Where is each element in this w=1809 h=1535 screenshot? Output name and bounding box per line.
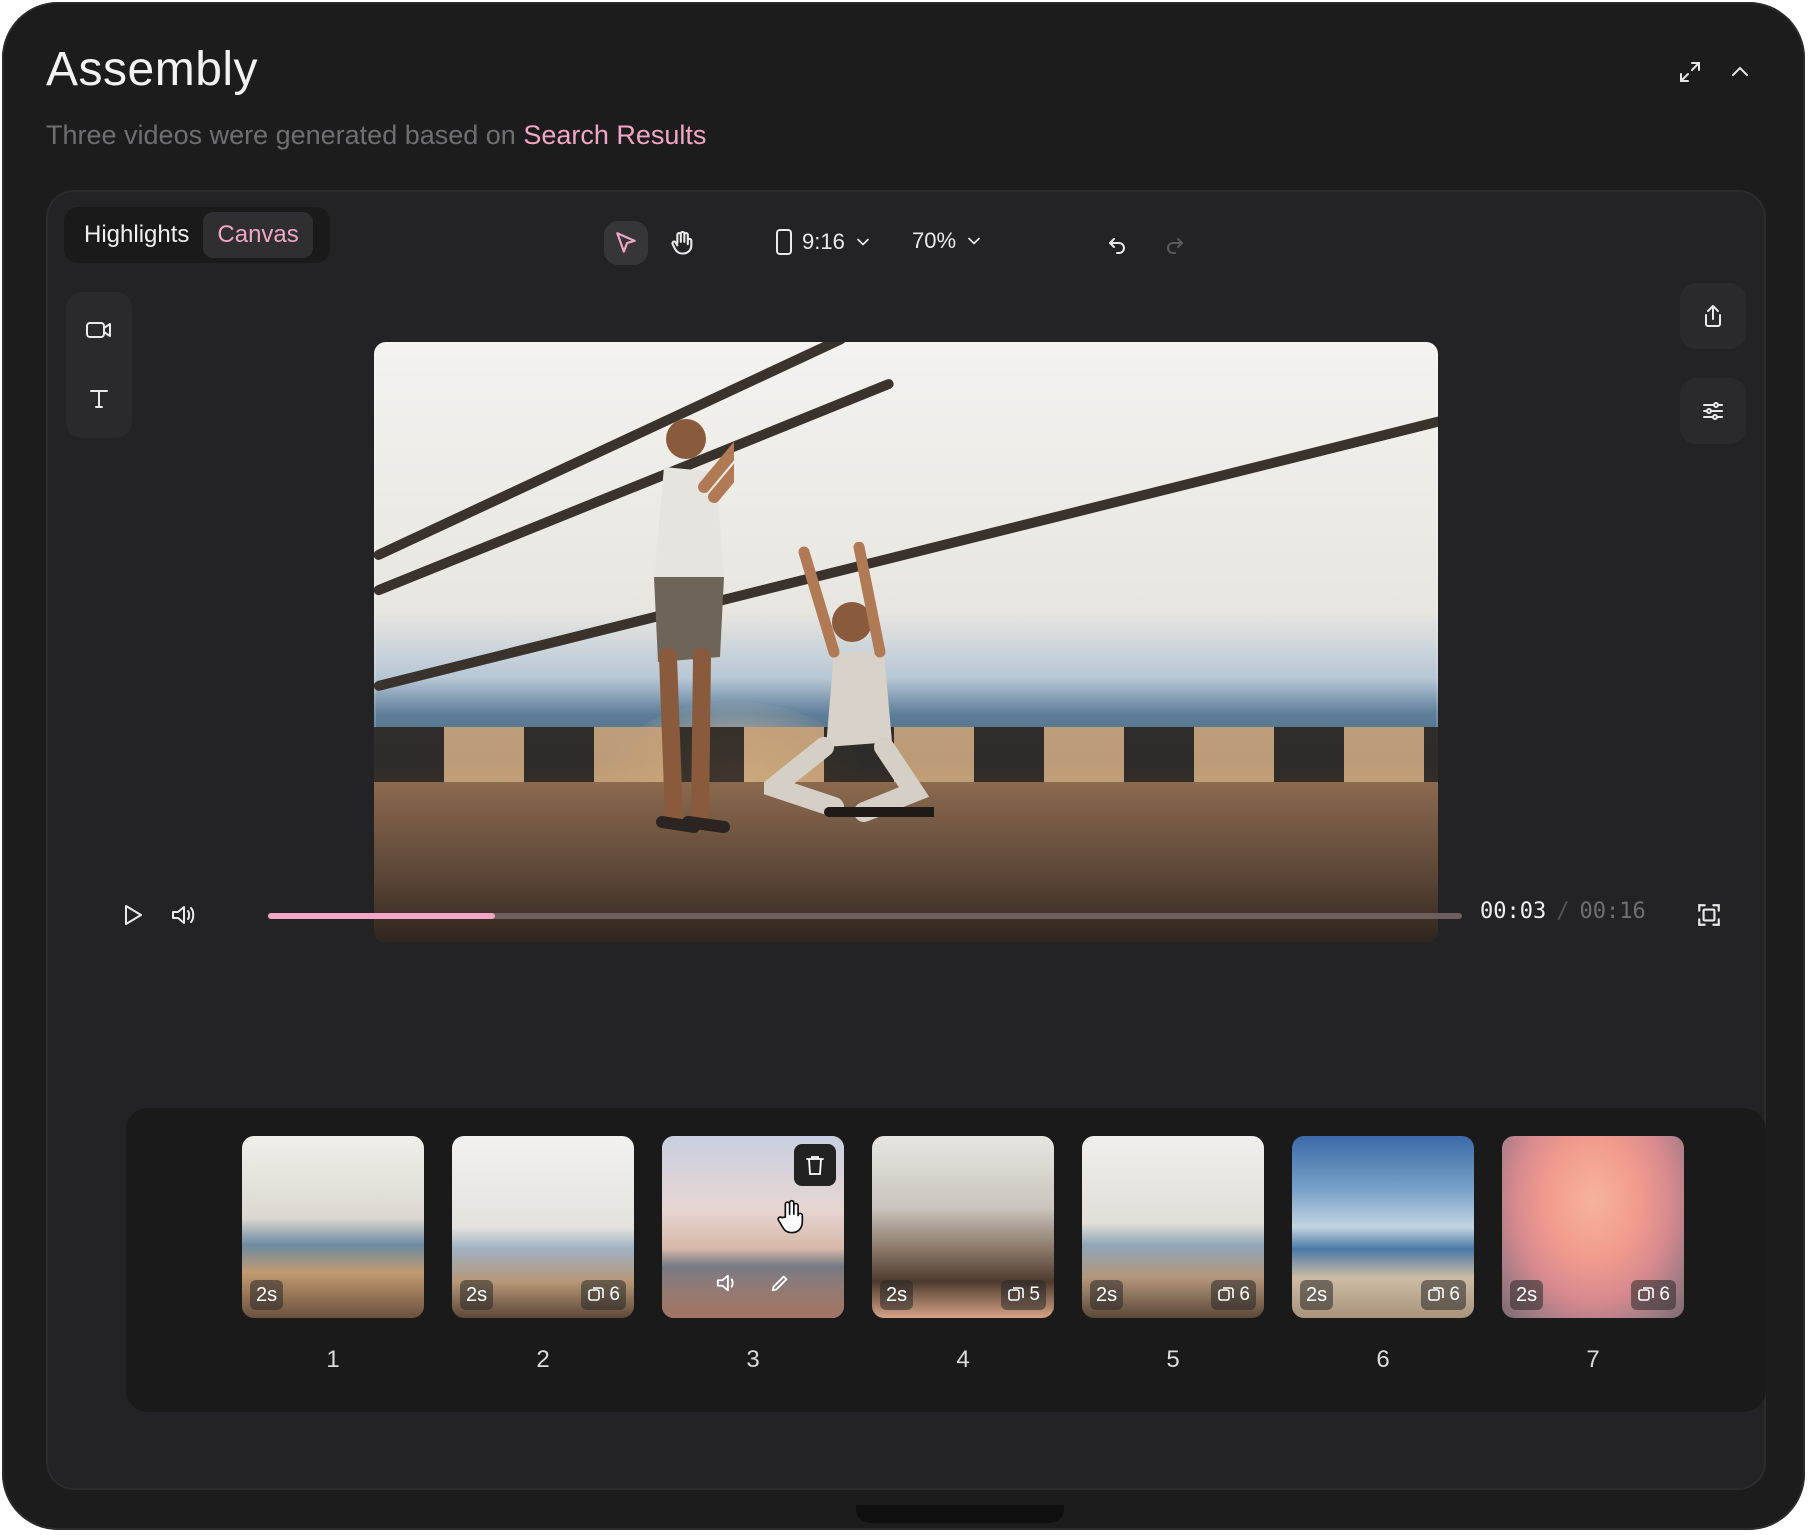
progress-track[interactable] xyxy=(268,913,1462,919)
clip-thumbnail[interactable]: 2s xyxy=(242,1136,424,1318)
pointer-tool-button[interactable] xyxy=(604,221,648,265)
trash-icon xyxy=(805,1154,825,1176)
clip-actions xyxy=(662,1248,844,1318)
clip-number: 4 xyxy=(956,1346,970,1373)
total-time: 00:16 xyxy=(1579,899,1646,924)
hand-icon xyxy=(668,229,696,257)
page-title: Assembly xyxy=(46,43,259,96)
delete-clip-button[interactable] xyxy=(794,1144,836,1186)
clip-timeline: 2s 2s 6 2s 5 2s 6 2s 6 2s 6 1 2 3 4 5 6 … xyxy=(126,1108,1766,1412)
progress-fill xyxy=(268,913,495,919)
chevron-down-icon xyxy=(964,231,984,251)
chevron-up-icon[interactable] xyxy=(1722,54,1758,90)
volume-icon xyxy=(170,903,196,927)
clip-count: 6 xyxy=(581,1280,626,1310)
add-text-button[interactable] xyxy=(83,382,115,414)
current-time: 00:03 xyxy=(1480,899,1547,924)
clip-count: 5 xyxy=(1001,1280,1046,1310)
clip-duration: 2s xyxy=(880,1280,914,1310)
fullscreen-button[interactable] xyxy=(1694,900,1724,930)
time-display: 00:03 / 00:16 xyxy=(1480,899,1646,924)
preview-rope xyxy=(374,342,848,562)
clip-duration: 2s xyxy=(1510,1280,1544,1310)
hand-tool-button[interactable] xyxy=(660,221,704,265)
fullscreen-icon xyxy=(1696,902,1722,928)
layers-icon xyxy=(587,1286,605,1304)
clip-number: 6 xyxy=(1376,1346,1390,1373)
aspect-ratio-value: 9:16 xyxy=(802,229,845,254)
expand-icon[interactable] xyxy=(1672,54,1708,90)
share-icon xyxy=(1701,303,1725,329)
aspect-ratio-dropdown[interactable]: 9:16 xyxy=(774,228,873,256)
video-camera-icon xyxy=(85,319,113,341)
subtitle-text: Three videos were generated based on xyxy=(46,120,516,150)
clip-thumbnail[interactable]: 2s 6 xyxy=(1292,1136,1474,1318)
layers-icon xyxy=(1637,1286,1655,1304)
app-window: Assembly Three videos were generated bas… xyxy=(2,2,1805,1530)
tab-canvas[interactable]: Canvas xyxy=(203,212,313,258)
pointer-icon xyxy=(613,230,639,256)
clip-count-value: 6 xyxy=(1239,1284,1250,1305)
clip-duration: 2s xyxy=(460,1280,494,1310)
clip-count-value: 6 xyxy=(1659,1284,1670,1305)
clip-number: 2 xyxy=(536,1346,550,1373)
play-button[interactable] xyxy=(118,900,148,930)
clip-count-value: 6 xyxy=(1449,1284,1460,1305)
clip-count: 6 xyxy=(1421,1280,1466,1310)
device-notch xyxy=(856,1505,1064,1523)
play-icon xyxy=(122,903,144,927)
clip-thumbnail[interactable]: 2s 6 xyxy=(452,1136,634,1318)
add-video-button[interactable] xyxy=(83,314,115,346)
clip-number: 5 xyxy=(1166,1346,1180,1373)
view-switch: Highlights Canvas xyxy=(64,207,330,263)
clip-count-value: 6 xyxy=(609,1284,620,1305)
preview-man xyxy=(654,419,734,833)
layers-icon xyxy=(1427,1286,1445,1304)
layers-icon xyxy=(1007,1286,1025,1304)
left-toolbar xyxy=(66,292,132,438)
editor-panel: Highlights Canvas 9:16 70% 00:03 / 00:16… xyxy=(46,190,1766,1490)
clip-duration: 2s xyxy=(1300,1280,1334,1310)
undo-button[interactable] xyxy=(1100,226,1134,260)
clip-count: 6 xyxy=(1631,1280,1676,1310)
clip-thumbnail-selected[interactable] xyxy=(662,1136,844,1318)
sliders-icon xyxy=(1701,399,1725,423)
clip-duration: 2s xyxy=(1090,1280,1124,1310)
preview-woman xyxy=(764,542,934,822)
adjust-button[interactable] xyxy=(1680,378,1746,444)
text-icon xyxy=(88,387,110,409)
time-separator: / xyxy=(1556,899,1570,924)
clip-count-value: 5 xyxy=(1029,1284,1040,1305)
clip-number: 3 xyxy=(746,1346,760,1373)
page-subtitle: Three videos were generated based on Sea… xyxy=(46,120,706,151)
clip-number: 7 xyxy=(1586,1346,1600,1373)
zoom-dropdown[interactable]: 70% xyxy=(912,228,984,254)
redo-icon xyxy=(1163,231,1187,255)
search-results-link[interactable]: Search Results xyxy=(523,120,706,150)
share-button[interactable] xyxy=(1680,283,1746,349)
redo-button[interactable] xyxy=(1158,226,1192,260)
clip-volume-button[interactable] xyxy=(715,1272,739,1294)
clip-thumbnail[interactable]: 2s 6 xyxy=(1082,1136,1264,1318)
zoom-value: 70% xyxy=(912,228,957,253)
undo-icon xyxy=(1105,231,1129,255)
clip-thumbnail[interactable]: 2s 5 xyxy=(872,1136,1054,1318)
clip-edit-button[interactable] xyxy=(769,1272,791,1294)
volume-button[interactable] xyxy=(168,900,198,930)
playback-bar: 00:03 / 00:16 xyxy=(110,885,1720,945)
clip-count: 6 xyxy=(1211,1280,1256,1310)
hand-cursor-icon xyxy=(774,1198,808,1236)
clip-number: 1 xyxy=(326,1346,340,1373)
video-preview[interactable] xyxy=(374,342,1438,942)
phone-icon xyxy=(774,228,794,256)
chevron-down-icon xyxy=(853,232,873,252)
clip-thumbnail[interactable]: 2s 6 xyxy=(1502,1136,1684,1318)
tab-highlights[interactable]: Highlights xyxy=(70,212,203,258)
layers-icon xyxy=(1217,1286,1235,1304)
clip-duration: 2s xyxy=(250,1280,284,1310)
